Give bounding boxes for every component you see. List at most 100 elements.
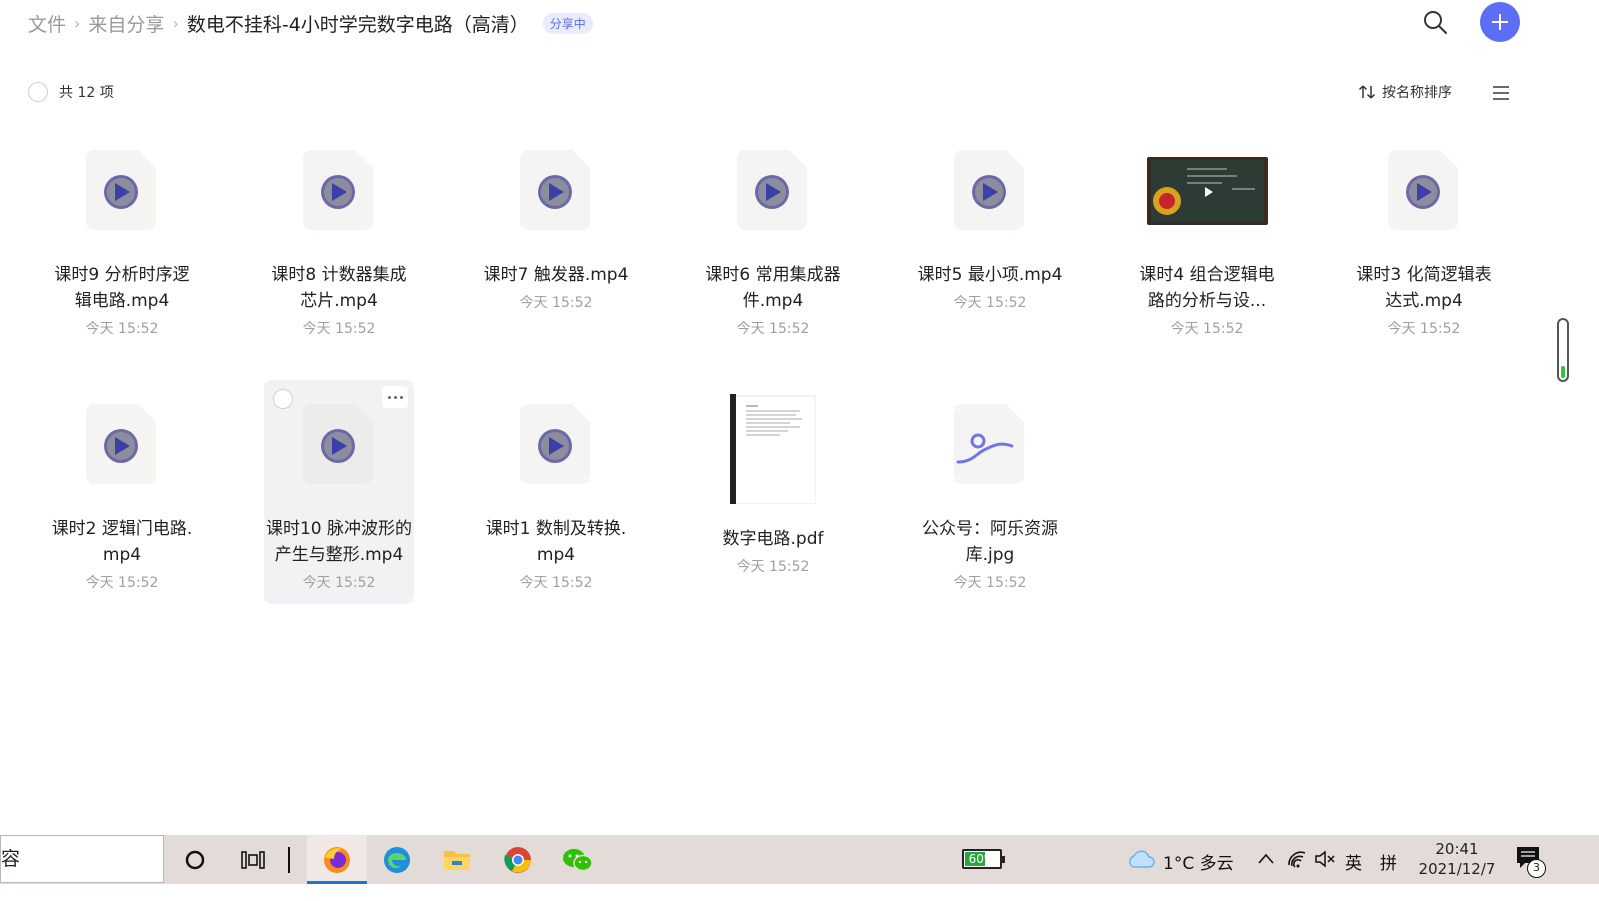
file-modified-time: 今天 15:52 [736,559,810,575]
file-name: 课时9 分析时序逻辑电路.mp4 [54,265,190,311]
file-name: 课时1 数制及转换.mp4 [485,519,627,565]
file-item[interactable]: 数字电路.pdf 今天 15:52 [698,380,848,604]
file-name: 课时2 逻辑门电路.mp4 [51,519,193,565]
video-file-icon [303,150,373,230]
weather-text[interactable]: 1°C 多云 [1163,849,1234,874]
pdf-thumbnail [730,394,817,505]
sort-label: 按名称排序 [1382,85,1452,101]
file-name: 课时5 最小项.mp4 [917,265,1063,285]
taskbar: 容 60% 1°C 多云 英 拼 20:41 2021/12/7 3 [0,835,1599,884]
show-hidden-icons-chevron-icon[interactable] [1257,849,1275,873]
sharing-status-badge: 分享中 [542,12,593,34]
search-icon [1424,11,1447,34]
search-button[interactable] [1421,8,1449,36]
taskbar-edge[interactable] [368,835,426,884]
video-file-icon [737,150,807,230]
cortana-circle-icon [185,850,205,869]
file-item[interactable]: 课时7 触发器.mp4 今天 15:52 [481,140,631,350]
breadcrumb-shared[interactable]: 来自分享 [88,10,164,37]
clock-date: 2021/12/7 [1418,860,1496,878]
firefox-icon [324,846,350,873]
more-dots-icon [399,395,403,399]
file-item[interactable]: 课时8 计数器集成芯片.mp4 今天 15:52 [264,140,414,350]
file-modified-time: 今天 15:52 [85,575,159,591]
file-item-hovered[interactable]: 课时10 脉冲波形的产生与整形.mp4 今天 15:52 [264,380,414,604]
sort-icon [1358,85,1376,99]
file-name: 课时7 触发器.mp4 [483,265,629,285]
file-name: 课时6 常用集成器件.mp4 [705,265,841,311]
file-name: 课时4 组合逻辑电路的分析与设... [1139,265,1275,311]
file-item[interactable]: 课时1 数制及转换.mp4 今天 15:52 [481,380,631,604]
file-name: 课时10 脉冲波形的产生与整形.mp4 [265,519,413,565]
file-name: 公众号：阿乐资源库.jpg [922,519,1058,565]
file-item[interactable]: 课时2 逻辑门电路.mp4 今天 15:52 [47,380,197,604]
volume-muted-icon[interactable] [1314,849,1336,873]
video-file-icon [1388,150,1458,230]
chrome-icon [504,846,531,873]
image-file-icon [954,404,1024,484]
breadcrumb-current-folder: 数电不挂科-4小时学完数字电路（高清） [186,13,529,36]
taskbar-firefox[interactable] [307,835,367,884]
task-view-button[interactable] [224,835,282,884]
video-file-icon [86,404,156,484]
battery-percent-label: 60% [968,852,996,866]
wifi-icon[interactable] [1286,849,1308,873]
file-name: 课时3 化简逻辑表达式.mp4 [1356,265,1492,311]
file-modified-time: 今天 15:52 [953,575,1027,591]
select-all-checkbox[interactable] [28,82,48,102]
system-clock[interactable]: 20:41 2021/12/7 [1416,839,1498,879]
ime-mode-indicator[interactable]: 拼 [1380,849,1397,874]
add-button[interactable] [1480,2,1520,42]
list-toolbar: 共 12 项 [28,82,114,102]
cortana-button[interactable] [166,835,224,884]
file-modified-time: 今天 15:52 [1170,321,1244,337]
ime-language-indicator[interactable]: 英 [1345,849,1362,874]
taskbar-divider [288,847,290,873]
more-options-button[interactable] [382,386,408,408]
file-name: 课时8 计数器集成芯片.mp4 [271,265,407,311]
file-item[interactable]: 课时6 常用集成器件.mp4 今天 15:52 [698,140,848,350]
video-file-icon [520,404,590,484]
weather-cloud-icon [1125,847,1155,875]
video-file-icon [954,150,1024,230]
file-item[interactable]: 课时5 最小项.mp4 今天 15:52 [915,140,1065,350]
video-file-icon [303,404,373,484]
file-modified-time: 今天 15:52 [519,575,593,591]
file-modified-time: 今天 15:52 [85,321,159,337]
action-center-button[interactable]: 3 [1515,845,1547,878]
plus-icon [1492,14,1508,30]
breadcrumb: 文件 › 来自分享 › 数电不挂科-4小时学完数字电路（高清） 分享中 [28,8,593,38]
sort-button[interactable]: 按名称排序 [1358,82,1452,102]
taskbar-chrome[interactable] [489,835,547,884]
file-modified-time: 今天 15:52 [302,321,376,337]
file-modified-time: 今天 15:52 [953,295,1027,311]
view-mode-button[interactable] [1491,84,1511,102]
taskbar-file-explorer[interactable] [428,835,486,884]
folder-icon [444,850,470,870]
wechat-icon [563,848,593,871]
list-view-icon [1493,86,1509,100]
breadcrumb-files[interactable]: 文件 [28,10,66,37]
task-view-icon [241,850,265,869]
file-select-checkbox[interactable] [273,389,293,409]
taskbar-search-box[interactable]: 容 [0,835,164,883]
more-dots-icon [387,395,391,399]
more-dots-icon [393,395,397,399]
video-file-icon [86,150,156,230]
scrollbar-thumb[interactable] [1557,318,1569,382]
file-modified-time: 今天 15:52 [736,321,810,337]
item-count: 共 12 项 [59,85,114,101]
chevron-right-icon: › [172,13,179,33]
file-item[interactable]: 公众号：阿乐资源库.jpg 今天 15:52 [915,380,1065,604]
battery-indicator[interactable]: 60% [962,849,1005,869]
file-item[interactable]: 课时4 组合逻辑电路的分析与设... 今天 15:52 [1132,140,1282,350]
taskbar-wechat[interactable] [549,835,607,884]
file-modified-time: 今天 15:52 [519,295,593,311]
file-item[interactable]: 课时3 化简逻辑表达式.mp4 今天 15:52 [1349,140,1499,350]
file-modified-time: 今天 15:52 [302,575,376,591]
file-name: 数字电路.pdf [722,529,824,549]
file-item[interactable]: 课时9 分析时序逻辑电路.mp4 今天 15:52 [47,140,197,350]
file-modified-time: 今天 15:52 [1387,321,1461,337]
clock-time: 20:41 [1435,840,1479,858]
chevron-right-icon: › [74,13,81,33]
